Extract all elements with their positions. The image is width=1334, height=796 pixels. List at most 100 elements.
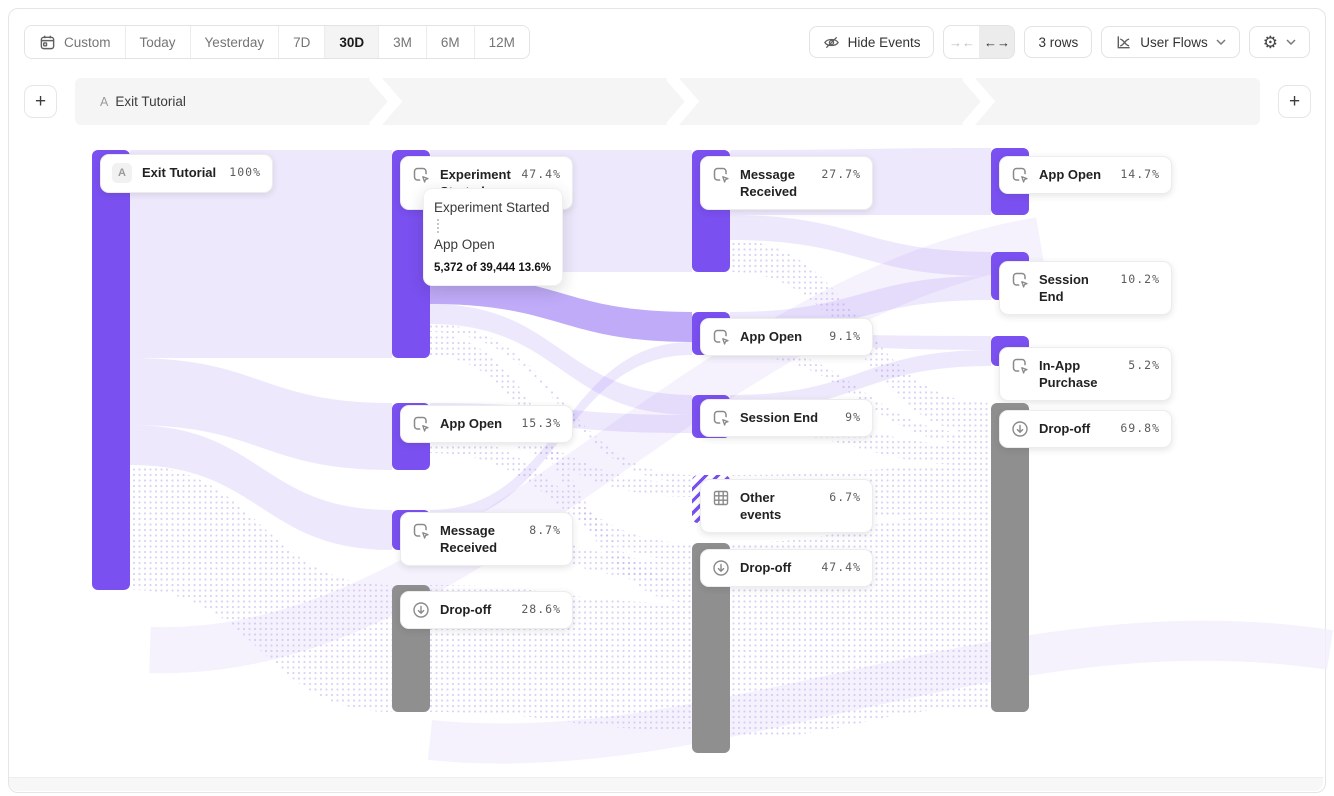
expand-icon: ←→ [984, 35, 1010, 50]
date-range-label: Custom [64, 35, 111, 50]
flow-node-percent: 8.7% [529, 522, 561, 539]
plus-icon: + [1289, 91, 1300, 113]
user-flows-icon [1115, 34, 1132, 51]
flow-node-percent: 100% [229, 164, 261, 181]
date-range-yesterday[interactable]: Yesterday [190, 26, 279, 58]
cursor-click-icon [412, 166, 430, 184]
add-step-right-button[interactable]: + [1278, 85, 1311, 118]
chevron-separator-icon [670, 78, 692, 125]
date-range-12m[interactable]: 12M [474, 26, 529, 58]
flow-node-percent: 5.2% [1128, 357, 1160, 374]
date-range-7d[interactable]: 7D [278, 26, 324, 58]
flow-node-c3-session-end[interactable]: Session End 9% [700, 399, 873, 437]
flow-node-percent: 15.3% [521, 415, 561, 432]
add-step-left-button[interactable]: + [24, 85, 57, 118]
cursor-click-icon [1011, 166, 1029, 184]
flow-bar-c1-exit-tutorial[interactable] [92, 150, 130, 590]
rows-label: 3 rows [1038, 35, 1078, 50]
chart-type-label: User Flows [1140, 35, 1208, 50]
flow-node-c4-in-app-purchase[interactable]: In-App Purchase5.2% [999, 347, 1172, 401]
chevron-down-icon [1286, 39, 1296, 45]
flow-node-percent: 14.7% [1120, 166, 1160, 183]
chevron-separator-icon [966, 78, 988, 125]
expand-columns-button[interactable]: ←→ [979, 26, 1014, 58]
step-1-label[interactable]: A Exit Tutorial [100, 78, 186, 125]
flow-node-label: App Open [440, 415, 511, 432]
flow-node-c3-app-open[interactable]: App Open 9.1% [700, 318, 873, 356]
tooltip-target-event: App Open [434, 236, 552, 253]
flow-node-c3-other-events[interactable]: Other events 6.7% [700, 479, 873, 533]
flow-node-label: Drop-off [1039, 420, 1110, 437]
cursor-click-icon [412, 415, 430, 433]
toolbar-right-group: Hide Events →← ←→ 3 rows User Flows ⚙ [809, 25, 1310, 59]
flow-step-header: A Exit Tutorial [75, 78, 1260, 125]
flow-node-label: App Open [1039, 166, 1110, 183]
flow-node-percent: 9% [845, 409, 861, 426]
calendar-icon [39, 34, 56, 51]
flow-node-c1-exit-tutorial[interactable]: A Exit Tutorial 100% [100, 154, 273, 193]
drop-off-icon [412, 601, 430, 619]
chevron-down-icon [1216, 39, 1226, 45]
horizontal-scrollbar-track[interactable] [9, 777, 1323, 791]
tooltip-stat: 5,372 of 39,444 13.6% [434, 262, 552, 274]
collapse-columns-button[interactable]: →← [944, 26, 979, 58]
flow-node-percent: 28.6% [521, 601, 561, 618]
date-range-3m[interactable]: 3M [378, 26, 426, 58]
date-range-group: Custom Today Yesterday 7D 30D 3M 6M 12M [24, 25, 530, 59]
date-range-today[interactable]: Today [125, 26, 190, 58]
flow-node-label: Session End [1039, 271, 1110, 305]
flow-node-percent: 69.8% [1120, 420, 1160, 437]
chart-type-dropdown[interactable]: User Flows [1101, 26, 1240, 58]
cursor-click-icon [712, 328, 730, 346]
date-range-custom[interactable]: Custom [25, 26, 125, 58]
step-separators [75, 78, 1260, 125]
flow-node-percent: 27.7% [821, 166, 861, 183]
flow-node-c2-message-received[interactable]: Message Received 8.7% [400, 512, 573, 566]
flow-node-c4-app-open[interactable]: App Open 14.7% [999, 156, 1172, 194]
flow-bar-c4-drop-off[interactable] [991, 403, 1029, 712]
flow-node-label: Message Received [740, 166, 811, 200]
tooltip-connector [437, 219, 439, 233]
flow-node-c3-drop-off[interactable]: Drop-off 47.4% [700, 549, 873, 587]
flow-node-percent: 47.4% [821, 559, 861, 576]
tooltip-source-event: Experiment Started [434, 199, 552, 216]
flow-node-label: Session End [740, 409, 835, 426]
flow-node-percent: 9.1% [829, 328, 861, 345]
date-range-6m[interactable]: 6M [426, 26, 474, 58]
flow-node-percent: 47.4% [521, 166, 561, 183]
other-events-icon [712, 489, 730, 507]
flow-node-label: Other events [740, 489, 819, 523]
flow-node-c2-app-open[interactable]: App Open 15.3% [400, 405, 573, 443]
flow-node-c2-drop-off[interactable]: Drop-off 28.6% [400, 591, 573, 629]
cursor-click-icon [712, 409, 730, 427]
hide-events-label: Hide Events [848, 35, 921, 50]
plus-icon: + [35, 91, 46, 113]
flow-node-label: Drop-off [440, 601, 511, 618]
step-letter-badge: A [112, 163, 132, 183]
flow-node-percent: 6.7% [829, 489, 861, 506]
flow-node-c3-message-received[interactable]: Message Received 27.7% [700, 156, 873, 210]
flow-node-label: Drop-off [740, 559, 811, 576]
step-event-name: Exit Tutorial [115, 94, 186, 109]
cursor-click-icon [1011, 271, 1029, 289]
eye-off-icon [823, 34, 840, 51]
flow-node-label: Exit Tutorial [142, 164, 219, 181]
hide-events-button[interactable]: Hide Events [809, 26, 935, 58]
drop-off-icon [712, 559, 730, 577]
settings-dropdown[interactable]: ⚙ [1249, 26, 1310, 58]
drop-off-icon [1011, 420, 1029, 438]
step-letter: A [100, 95, 108, 109]
gear-icon: ⚙ [1263, 34, 1278, 51]
rows-button[interactable]: 3 rows [1024, 26, 1092, 58]
cursor-click-icon [412, 522, 430, 540]
flow-node-c4-drop-off[interactable]: Drop-off 69.8% [999, 410, 1172, 448]
flow-node-label: Message Received [440, 522, 519, 556]
flow-node-c4-session-end[interactable]: Session End 10.2% [999, 261, 1172, 315]
date-range-30d[interactable]: 30D [324, 26, 378, 58]
flow-node-percent: 10.2% [1120, 271, 1160, 288]
column-width-toggle: →← ←→ [943, 25, 1015, 59]
flow-node-label: App Open [740, 328, 819, 345]
cursor-click-icon [1011, 357, 1029, 375]
flow-link-tooltip: Experiment Started App Open 5,372 of 39,… [423, 188, 563, 286]
chevron-separator-icon [373, 78, 395, 125]
